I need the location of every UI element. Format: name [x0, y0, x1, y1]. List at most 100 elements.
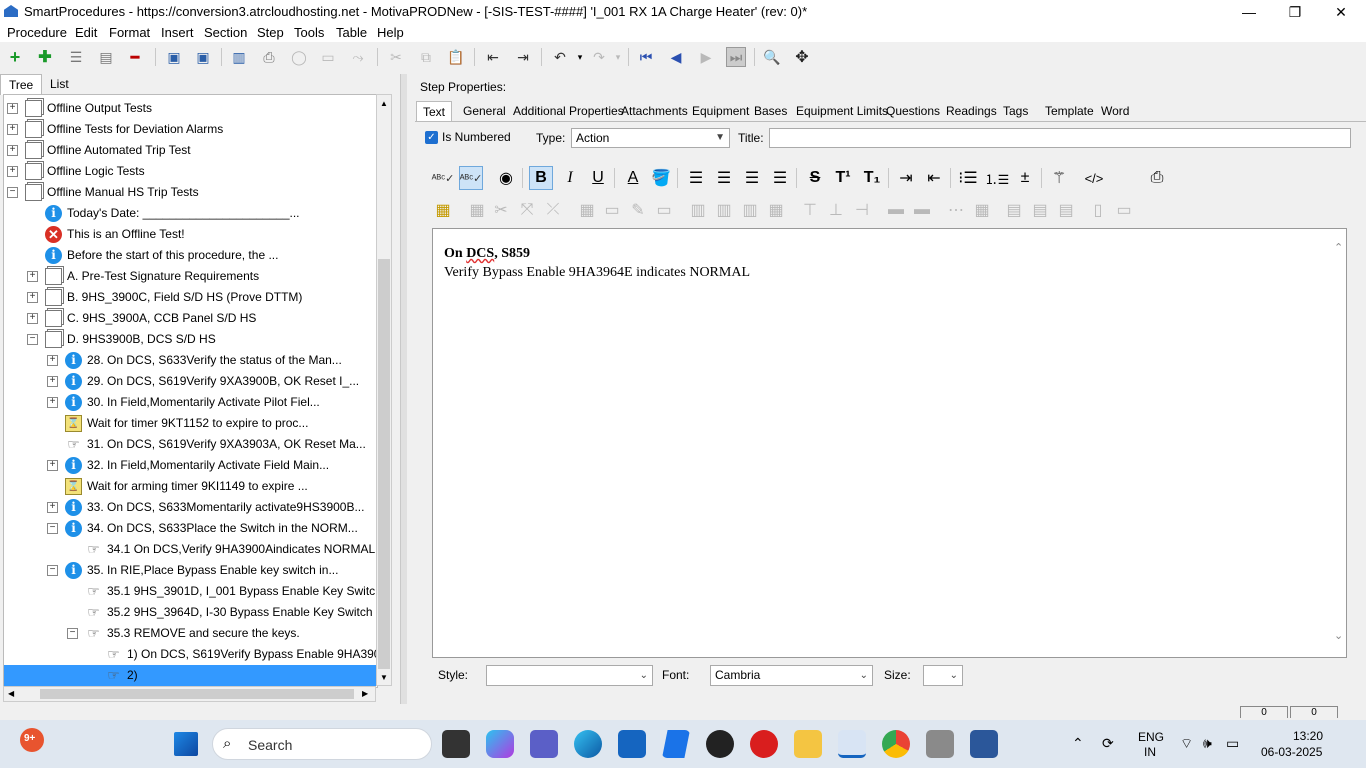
bullet-list-icon[interactable]: ⁝☰ — [956, 166, 980, 190]
title-input[interactable] — [769, 128, 1351, 148]
tree-row[interactable]: ☞ 34.1 On DCS,Verify 9HA3900Aindicates NO… — [4, 539, 377, 560]
tree-row[interactable]: ☞ 31. On DCS, S619Verify 9XA3903A, OK Res… — [4, 434, 377, 455]
previous-step-icon[interactable]: ◀ — [666, 47, 686, 67]
magic-wand-icon[interactable]: ⚚ — [1047, 166, 1071, 190]
expand-icon[interactable]: + — [47, 355, 58, 366]
tree-row[interactable]: + i 32. In Field,Momentarily Activate Fiel… — [4, 455, 377, 476]
store-icon[interactable] — [618, 730, 646, 758]
table-delete-icon[interactable]: ▦ — [465, 198, 489, 222]
print-icon[interactable]: ⎙ — [259, 47, 279, 67]
menu-edit[interactable]: Edit — [75, 25, 97, 40]
insert-line-icon[interactable]: ± — [1013, 166, 1037, 190]
add-substep-icon[interactable]: ✚ — [35, 47, 55, 67]
italic-button[interactable]: I — [558, 166, 582, 190]
language-indicator-line2[interactable]: IN — [1144, 745, 1156, 759]
expand-icon[interactable]: + — [27, 271, 38, 282]
decrease-indent-icon[interactable]: ⇤ — [922, 166, 946, 190]
table-split-icon[interactable]: ✂ — [489, 198, 513, 222]
file-manager-icon[interactable] — [442, 730, 470, 758]
is-numbered-checkbox[interactable]: ✓ — [425, 131, 438, 144]
tree-row[interactable]: ⌛ Wait for timer 9KT1152 to expire to pro… — [4, 413, 377, 434]
taskbar-search-box[interactable]: ⌕ Search — [212, 728, 432, 760]
tree-row[interactable]: − i 34. On DCS, S633Place the Switch in th… — [4, 518, 377, 539]
list-detail-icon[interactable]: ▤ — [96, 47, 116, 67]
save-as-icon[interactable]: ▣ — [164, 47, 184, 67]
strikethrough-button[interactable]: S — [803, 166, 827, 190]
opera-icon[interactable] — [750, 730, 778, 758]
tree-row[interactable]: ⌛ Wait for arming timer 9KI1149 to expire… — [4, 476, 377, 497]
expand-icon[interactable]: + — [47, 502, 58, 513]
collapse-icon[interactable]: − — [47, 523, 58, 534]
clock-time[interactable]: 13:20 — [1293, 729, 1323, 743]
remote-desktop-icon[interactable] — [926, 730, 954, 758]
menu-section[interactable]: Section — [204, 25, 247, 40]
app-arrow-icon[interactable] — [662, 730, 690, 758]
add-step-icon[interactable]: + — [5, 47, 25, 67]
chevron-up-icon[interactable]: ⌃ — [1072, 735, 1084, 752]
type-select[interactable]: Action ▼ — [571, 128, 730, 148]
tab-template[interactable]: Template — [1045, 101, 1094, 121]
minimize-button[interactable]: — — [1226, 0, 1272, 24]
outdent-icon[interactable]: ⇤ — [483, 47, 503, 67]
tree-row[interactable]: − Offline Manual HS Trip Tests — [4, 182, 377, 203]
tree-row[interactable]: ☞ 35.1 9HS_3901D, I_001 Bypass Enable Key… — [4, 581, 377, 602]
save-icon[interactable]: ▣ — [193, 47, 213, 67]
numbered-list-icon[interactable]: ⒈☰ — [985, 166, 1010, 190]
cell-props-icon[interactable]: ▭ — [600, 198, 624, 222]
expand-icon[interactable]: + — [7, 124, 18, 135]
tree-row[interactable]: + B. 9HS_3900C, Field S/D HS (Prove DTTM) — [4, 287, 377, 308]
underline-button[interactable]: U — [586, 166, 610, 190]
column-icon[interactable]: ▥ — [686, 198, 710, 222]
delete-icon[interactable]: ━ — [125, 47, 145, 67]
size-select[interactable]: ⌄ — [923, 665, 963, 686]
find-icon[interactable]: 🔍 — [762, 47, 782, 67]
tree-row[interactable]: + Offline Logic Tests — [4, 161, 377, 182]
move-icon[interactable]: ✥ — [792, 47, 812, 67]
expand-icon[interactable]: + — [7, 103, 18, 114]
expand-icon[interactable]: + — [7, 166, 18, 177]
subscript-button[interactable]: T₁ — [860, 166, 884, 190]
cell-join-icon[interactable]: ▦ — [970, 198, 994, 222]
justify-icon[interactable]: ☰ — [768, 166, 792, 190]
table-props-icon[interactable]: ▦ — [575, 198, 599, 222]
tab-tags[interactable]: Tags — [1003, 101, 1028, 121]
column-delete-icon[interactable]: ▥ — [738, 198, 762, 222]
increase-indent-icon[interactable]: ⇥ — [894, 166, 918, 190]
menu-tools[interactable]: Tools — [294, 25, 324, 40]
expand-icon[interactable]: + — [7, 145, 18, 156]
paste-icon[interactable]: 📋 — [446, 47, 466, 67]
tree-row[interactable]: + i 30. In Field,Momentarily Activate Pilo… — [4, 392, 377, 413]
tree-row[interactable]: + i 28. On DCS, S633Verify the status of t… — [4, 350, 377, 371]
language-indicator-line1[interactable]: ENG — [1138, 730, 1164, 744]
restore-button[interactable]: ❐ — [1272, 0, 1318, 24]
align-right-icon[interactable]: ☰ — [740, 166, 764, 190]
hscroll-thumb[interactable] — [40, 689, 354, 699]
folder-icon[interactable] — [794, 730, 822, 758]
volume-icon[interactable]: 🕪 — [1203, 735, 1212, 752]
tab-bases[interactable]: Bases — [754, 101, 787, 121]
cut-icon[interactable]: ✂ — [386, 47, 406, 67]
editor-scrollbar[interactable]: ⌃ ⌄ — [1332, 229, 1346, 657]
tab-text[interactable]: Text — [416, 101, 453, 122]
smartprocedures-taskbar-icon[interactable] — [838, 730, 866, 758]
spellcheck-icon[interactable]: ᴬᴮᶜ✓ — [431, 166, 455, 190]
tree-row[interactable]: i Before the start of this procedure, the… — [4, 245, 377, 266]
dell-icon[interactable] — [706, 730, 734, 758]
tab-readings[interactable]: Readings — [946, 101, 997, 121]
tab-word[interactable]: Word — [1101, 101, 1129, 121]
tree-row[interactable]: ☞ 2) — [4, 665, 377, 686]
window-icon[interactable]: ▭ — [318, 47, 338, 67]
publish-icon[interactable]: ▥ — [229, 47, 249, 67]
spellcheck-as-you-type-icon[interactable]: ᴬᴮᶜ✓ — [459, 166, 483, 190]
battery-icon[interactable]: ▭ — [1226, 735, 1239, 752]
print-preview-icon[interactable]: ⎙ — [1145, 166, 1169, 190]
cell-edit-icon[interactable]: ✎ — [626, 198, 650, 222]
tree-row[interactable]: ☞ 1) On DCS, S619Verify Bypass Enable 9HA… — [4, 644, 377, 665]
refresh-icon[interactable]: ◯ — [289, 47, 309, 67]
table-clear-icon[interactable]: ⤫ — [541, 198, 565, 222]
table-merge-icon[interactable]: ⤧ — [515, 198, 539, 222]
column-insert-icon[interactable]: ▥ — [712, 198, 736, 222]
bold-button[interactable]: B — [529, 166, 553, 190]
collapse-icon[interactable]: − — [7, 187, 18, 198]
chevron-up-icon[interactable]: ⌃ — [1334, 241, 1343, 254]
